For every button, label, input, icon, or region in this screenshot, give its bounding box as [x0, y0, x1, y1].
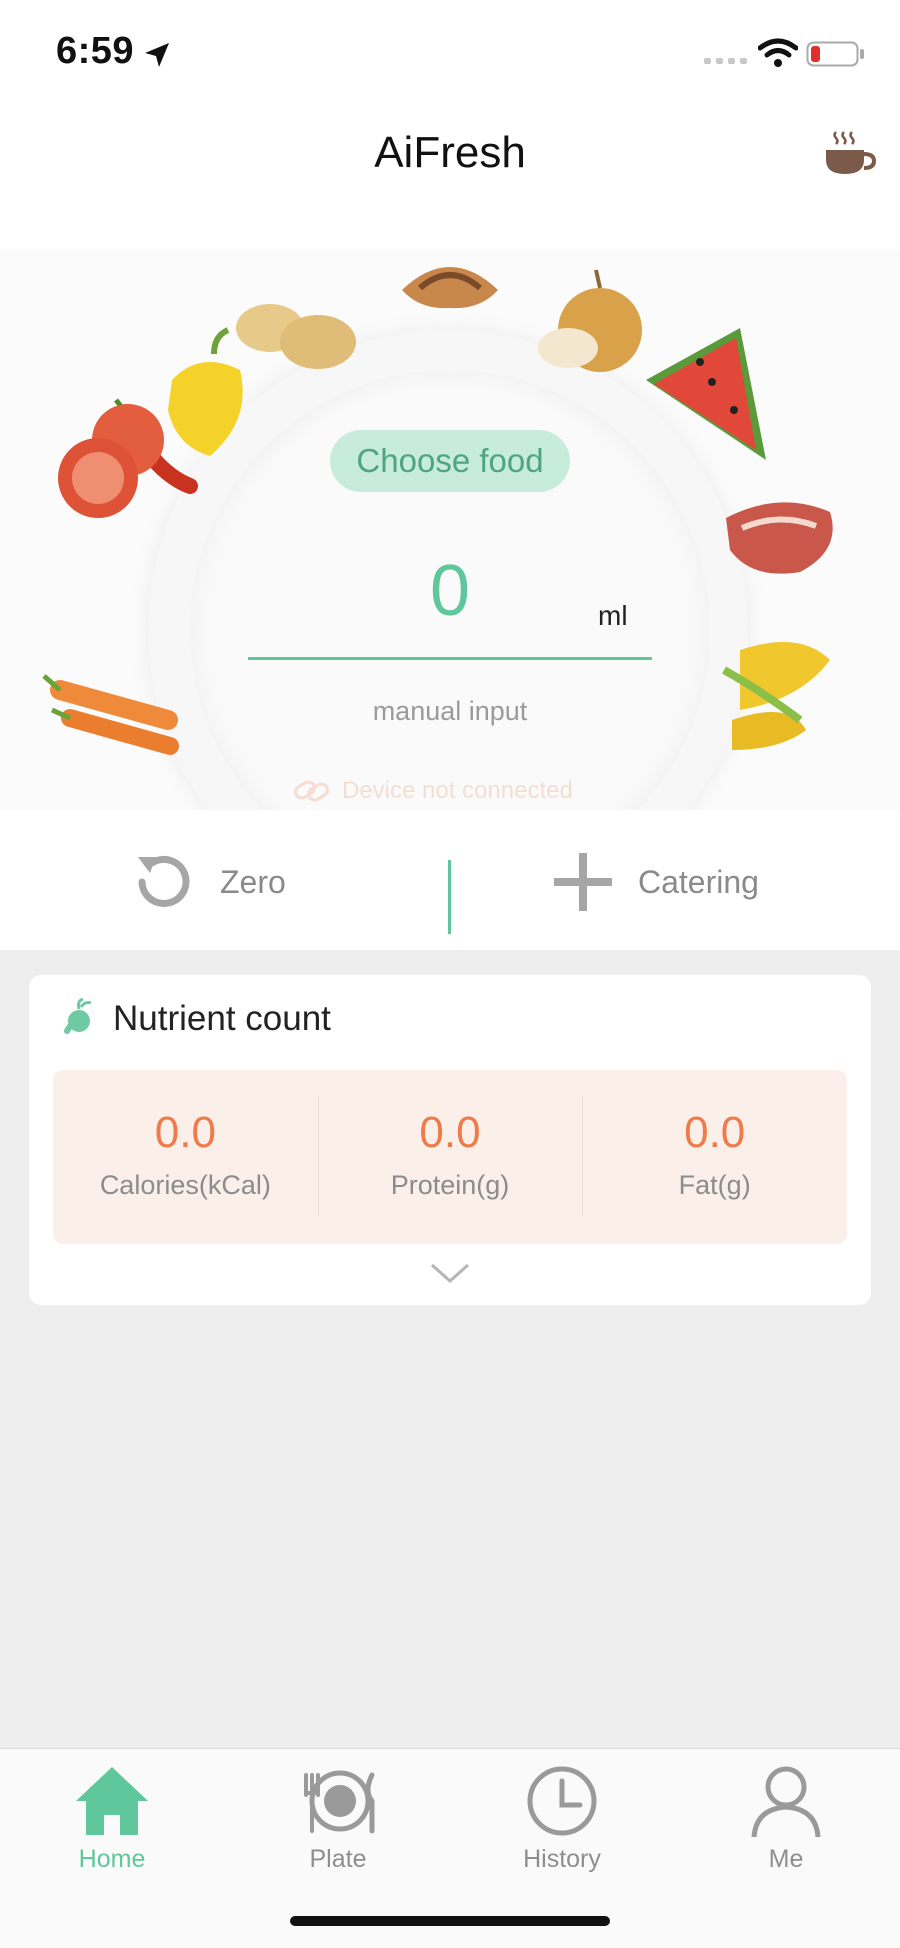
tab-plate-label: Plate [309, 1845, 367, 1873]
tab-plate[interactable]: Plate [258, 1761, 418, 1874]
unit-label[interactable]: ml [598, 600, 628, 632]
link-icon [294, 780, 329, 802]
cellular-signal-icon [704, 58, 747, 64]
scale-hero: Choose food 0 ml manual input Device not… [0, 250, 900, 810]
weight-value: 0 [429, 551, 471, 631]
nutrient-summary: 0.0 Calories(kCal) 0.0 Protein(g) 0.0 Fa… [53, 1070, 847, 1244]
tab-home-label: Home [78, 1845, 146, 1873]
catering-button[interactable]: Catering [550, 842, 759, 922]
fat-value: 0.0 [684, 1108, 746, 1157]
zero-button[interactable]: Zero [128, 842, 286, 922]
clock-icon [527, 1766, 597, 1836]
status-time: 6:59 [56, 30, 135, 72]
status-bar: 6:59 [0, 0, 900, 100]
protein-value: 0.0 [419, 1108, 481, 1157]
device-status: Device not connected [292, 776, 632, 806]
location-arrow-icon [145, 43, 169, 67]
tab-home[interactable]: Home [32, 1761, 192, 1874]
coffee-icon[interactable] [822, 128, 878, 184]
plus-icon [554, 853, 612, 911]
tab-me-label: Me [768, 1845, 804, 1873]
battery-icon [806, 41, 864, 67]
reset-icon [138, 855, 190, 907]
tab-history-label: History [523, 1845, 601, 1873]
calories-value: 0.0 [154, 1108, 216, 1157]
person-icon [751, 1766, 821, 1838]
home-icon [76, 1767, 148, 1835]
device-status-text: Device not connected [342, 777, 573, 804]
action-row: Zero Catering [0, 812, 900, 950]
vegetable-icon [64, 997, 92, 1034]
nutrient-title: Nutrient count [113, 999, 331, 1038]
fat-label: Fat(g) [678, 1170, 751, 1200]
tab-history[interactable]: History [482, 1761, 642, 1874]
app-title: AiFresh [374, 128, 526, 177]
wifi-icon [758, 38, 798, 67]
choose-food-button[interactable]: Choose food [330, 430, 570, 492]
home-indicator [290, 1916, 610, 1926]
manual-input-link[interactable]: manual input [300, 696, 600, 727]
value-underline [248, 657, 652, 660]
catering-label: Catering [638, 863, 759, 900]
nutrient-card: Nutrient count 0.0 Calories(kCal) 0.0 Pr… [29, 975, 871, 1305]
nutrient-calories: 0.0 Calories(kCal) [53, 1070, 318, 1244]
calories-label: Calories(kCal) [99, 1170, 271, 1200]
chevron-down-icon[interactable] [429, 1261, 471, 1285]
tab-me[interactable]: Me [706, 1761, 866, 1874]
zero-label: Zero [220, 863, 286, 900]
plate-icon [304, 1770, 375, 1834]
protein-label: Protein(g) [390, 1170, 510, 1200]
action-divider [448, 860, 451, 934]
nutrient-protein: 0.0 Protein(g) [317, 1070, 583, 1244]
nutrient-fat: 0.0 Fat(g) [582, 1070, 847, 1244]
